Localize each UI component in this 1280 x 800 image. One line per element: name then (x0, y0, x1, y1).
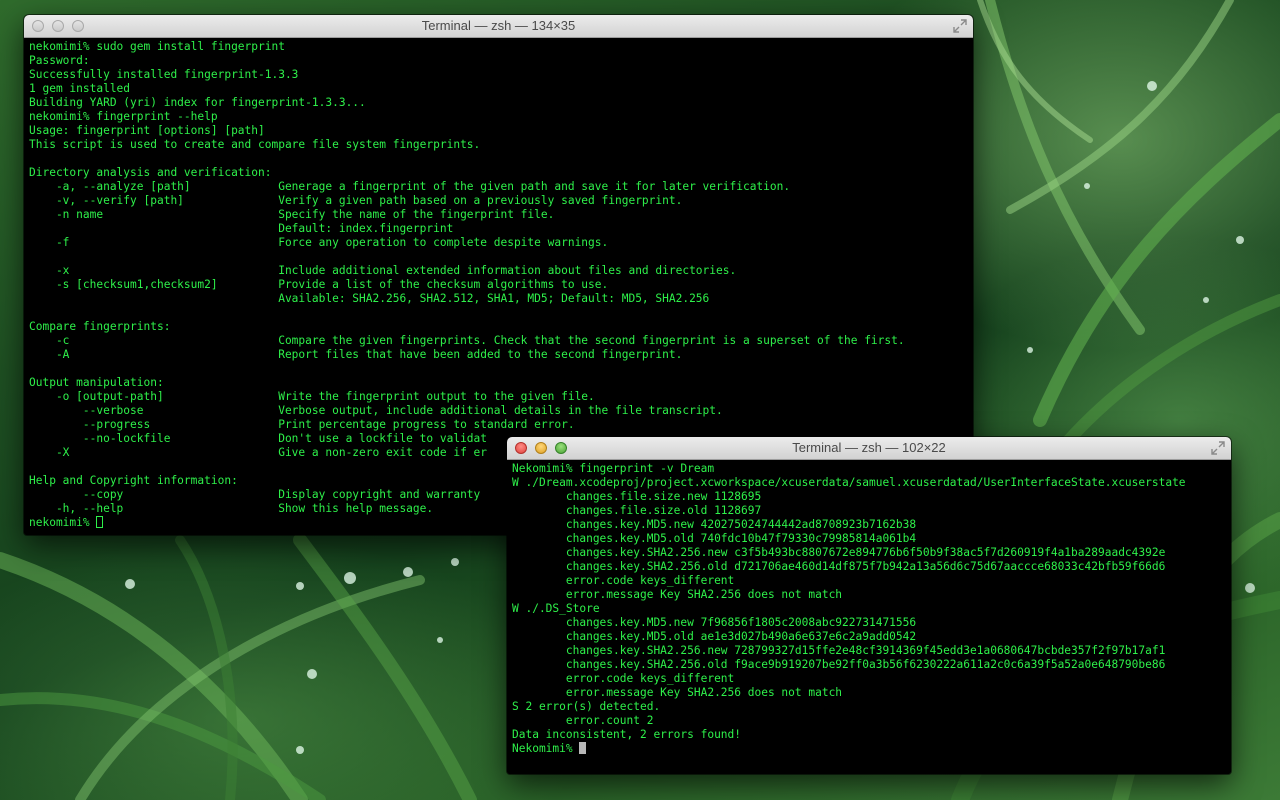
window-title: Terminal — zsh — 102×22 (792, 440, 946, 455)
text-cursor (579, 742, 587, 754)
fullscreen-icon[interactable] (953, 19, 967, 33)
shell-prompt: nekomimi% (29, 516, 97, 529)
window-title: Terminal — zsh — 134×35 (421, 18, 576, 33)
window-titlebar[interactable]: Terminal — zsh — 102×22 (507, 437, 1231, 460)
terminal-window-verify[interactable]: Terminal — zsh — 102×22 Nekomimi% finger… (507, 437, 1231, 774)
text-cursor (96, 516, 104, 528)
terminal-lines: Nekomimi% fingerprint -v Dream W ./Dream… (512, 462, 1186, 741)
shell-prompt: Nekomimi% (512, 742, 580, 755)
terminal-output[interactable]: Nekomimi% fingerprint -v Dream W ./Dream… (507, 460, 1231, 774)
fullscreen-icon[interactable] (1211, 441, 1225, 455)
window-titlebar[interactable]: Terminal — zsh — 134×35 (24, 15, 973, 38)
